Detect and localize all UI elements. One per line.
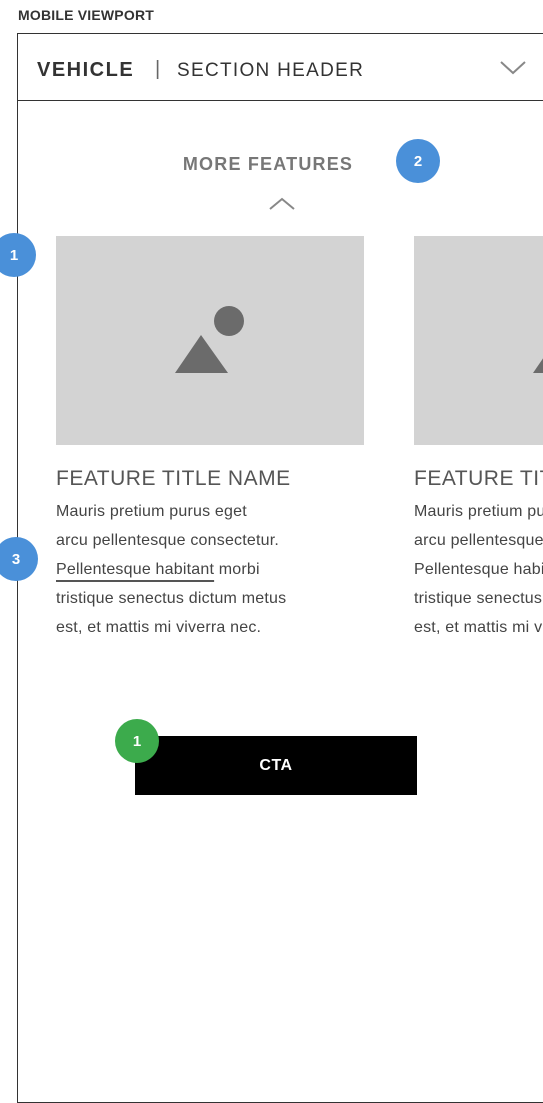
feature-image — [56, 236, 364, 445]
image-placeholder-icon — [533, 358, 543, 373]
feature-link[interactable]: Pellentesque habitant — [414, 561, 543, 578]
feature-title: FEATURE TITLE NAME — [414, 467, 543, 490]
chevron-up-icon[interactable] — [268, 197, 296, 211]
description-line: Pellentesque habitant morbi — [414, 555, 543, 584]
vehicle-label: VEHICLE — [37, 59, 135, 81]
section-header[interactable]: VEHICLE | SECTION HEADER — [18, 34, 543, 101]
description-line: tristique senectus dictum metus — [414, 590, 543, 607]
annotation-badge-2: 2 — [396, 139, 440, 183]
description-text: morbi — [214, 561, 260, 578]
feature-title: FEATURE TITLE NAME — [56, 467, 291, 490]
cta-button[interactable]: CTA — [135, 736, 417, 795]
description-line: Mauris pretium purus eget — [414, 503, 543, 520]
description-line: Pellentesque habitant morbi — [56, 555, 356, 584]
description-line: arcu pellentesque consectetur. — [56, 532, 280, 549]
annotation-badge-cta: 1 — [115, 719, 159, 763]
feature-description: Mauris pretium purus eget arcu pellentes… — [414, 497, 543, 642]
description-line: arcu pellentesque consectetur. — [414, 532, 543, 549]
description-line: est, et mattis mi viverra nec. — [414, 619, 543, 636]
more-features-label[interactable]: MORE FEATURES — [18, 154, 518, 175]
description-line: tristique senectus dictum metus — [56, 590, 287, 607]
feature-image — [414, 236, 543, 445]
header-separator: | — [155, 58, 161, 80]
feature-link[interactable]: Pellentesque habitant — [56, 561, 214, 578]
viewport-label: MOBILE VIEWPORT — [18, 7, 154, 23]
description-line: est, et mattis mi viverra nec. — [56, 619, 262, 636]
feature-card: FEATURE TITLE NAME Mauris pretium purus … — [414, 236, 543, 642]
chevron-down-icon[interactable] — [499, 60, 527, 76]
section-header-title: SECTION HEADER — [177, 60, 365, 81]
mobile-viewport-frame: VEHICLE | SECTION HEADER MORE FEATURES F… — [17, 33, 543, 1103]
image-placeholder-icon — [175, 306, 244, 373]
feature-card: FEATURE TITLE NAME Mauris pretium purus … — [56, 236, 364, 642]
description-line: Mauris pretium purus eget — [56, 503, 247, 520]
feature-description: Mauris pretium purus eget arcu pellentes… — [56, 497, 356, 642]
